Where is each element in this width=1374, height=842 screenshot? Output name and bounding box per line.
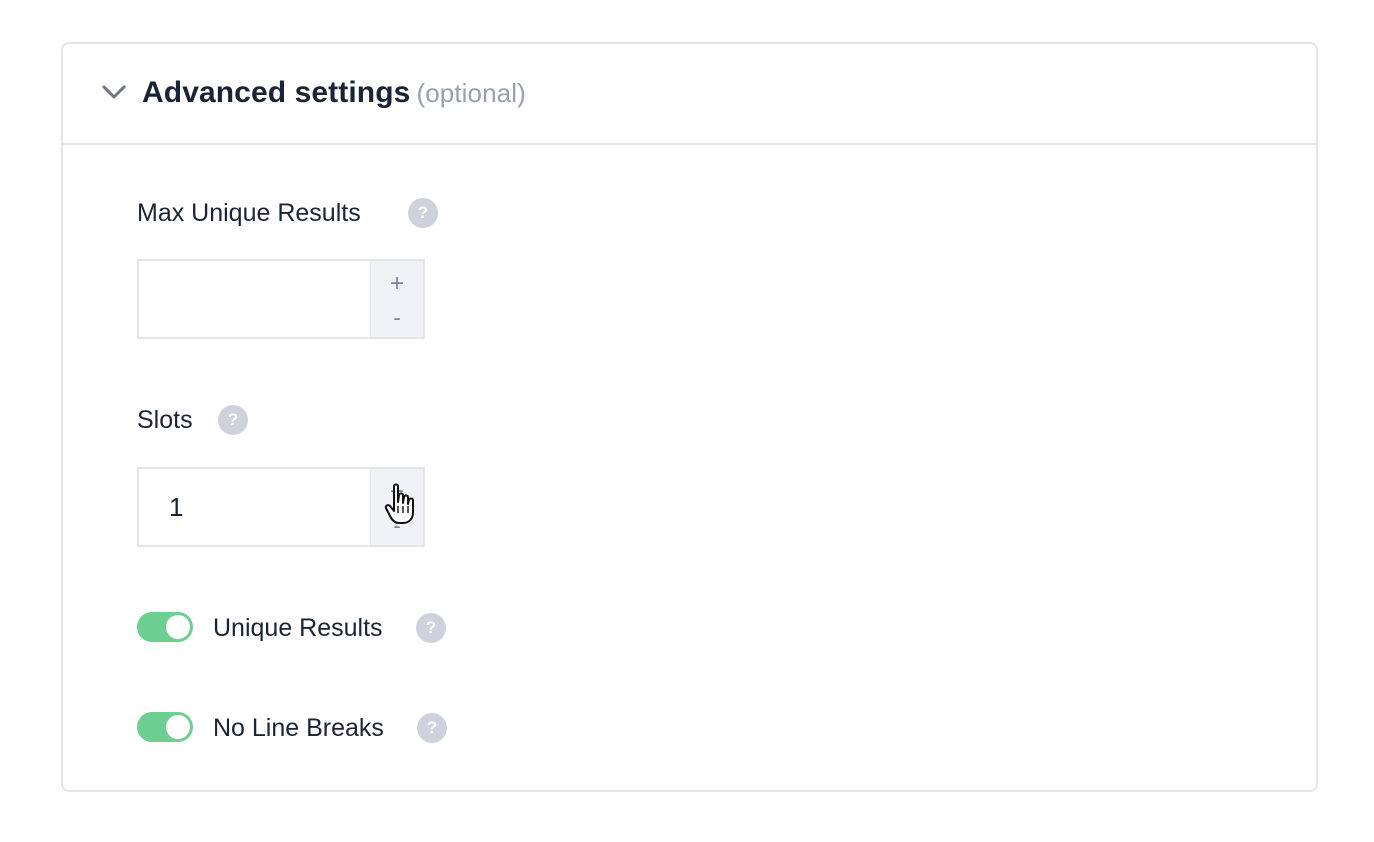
max-unique-results-stepper: + -	[137, 259, 425, 339]
toggle-knob	[166, 715, 190, 739]
unique-results-help-icon[interactable]: ?	[416, 613, 446, 643]
max-unique-results-controls: + -	[370, 261, 423, 337]
slots-stepper: + -	[137, 467, 425, 547]
slots-help-icon[interactable]: ?	[218, 405, 248, 435]
no-line-breaks-help-icon[interactable]: ?	[417, 713, 447, 743]
max-unique-results-label: Max Unique Results	[137, 199, 361, 227]
slots-increment-button[interactable]: +	[371, 473, 423, 511]
unique-results-toggle[interactable]	[137, 612, 193, 642]
optional-hint: (optional)	[416, 78, 526, 108]
chevron-down-icon[interactable]	[101, 83, 127, 101]
slots-input[interactable]	[139, 469, 371, 545]
max-unique-results-input[interactable]	[139, 261, 371, 337]
max-unique-results-decrement-button[interactable]: -	[371, 303, 423, 341]
advanced-settings-header[interactable]: Advanced settings (optional)	[63, 44, 1316, 145]
max-unique-results-help-icon[interactable]: ?	[408, 198, 438, 228]
slots-label: Slots	[137, 406, 193, 434]
max-unique-results-increment-button[interactable]: +	[371, 265, 423, 303]
toggle-knob	[166, 615, 190, 639]
slots-controls: + -	[370, 469, 423, 545]
section-title-text: Advanced settings	[142, 76, 411, 109]
section-title: Advanced settings (optional)	[142, 76, 526, 110]
unique-results-label: Unique Results	[213, 614, 383, 642]
slots-decrement-button[interactable]: -	[371, 511, 423, 549]
no-line-breaks-label: No Line Breaks	[213, 714, 384, 742]
advanced-settings-panel: Advanced settings (optional) Max Unique R…	[61, 42, 1318, 792]
no-line-breaks-toggle[interactable]	[137, 712, 193, 742]
